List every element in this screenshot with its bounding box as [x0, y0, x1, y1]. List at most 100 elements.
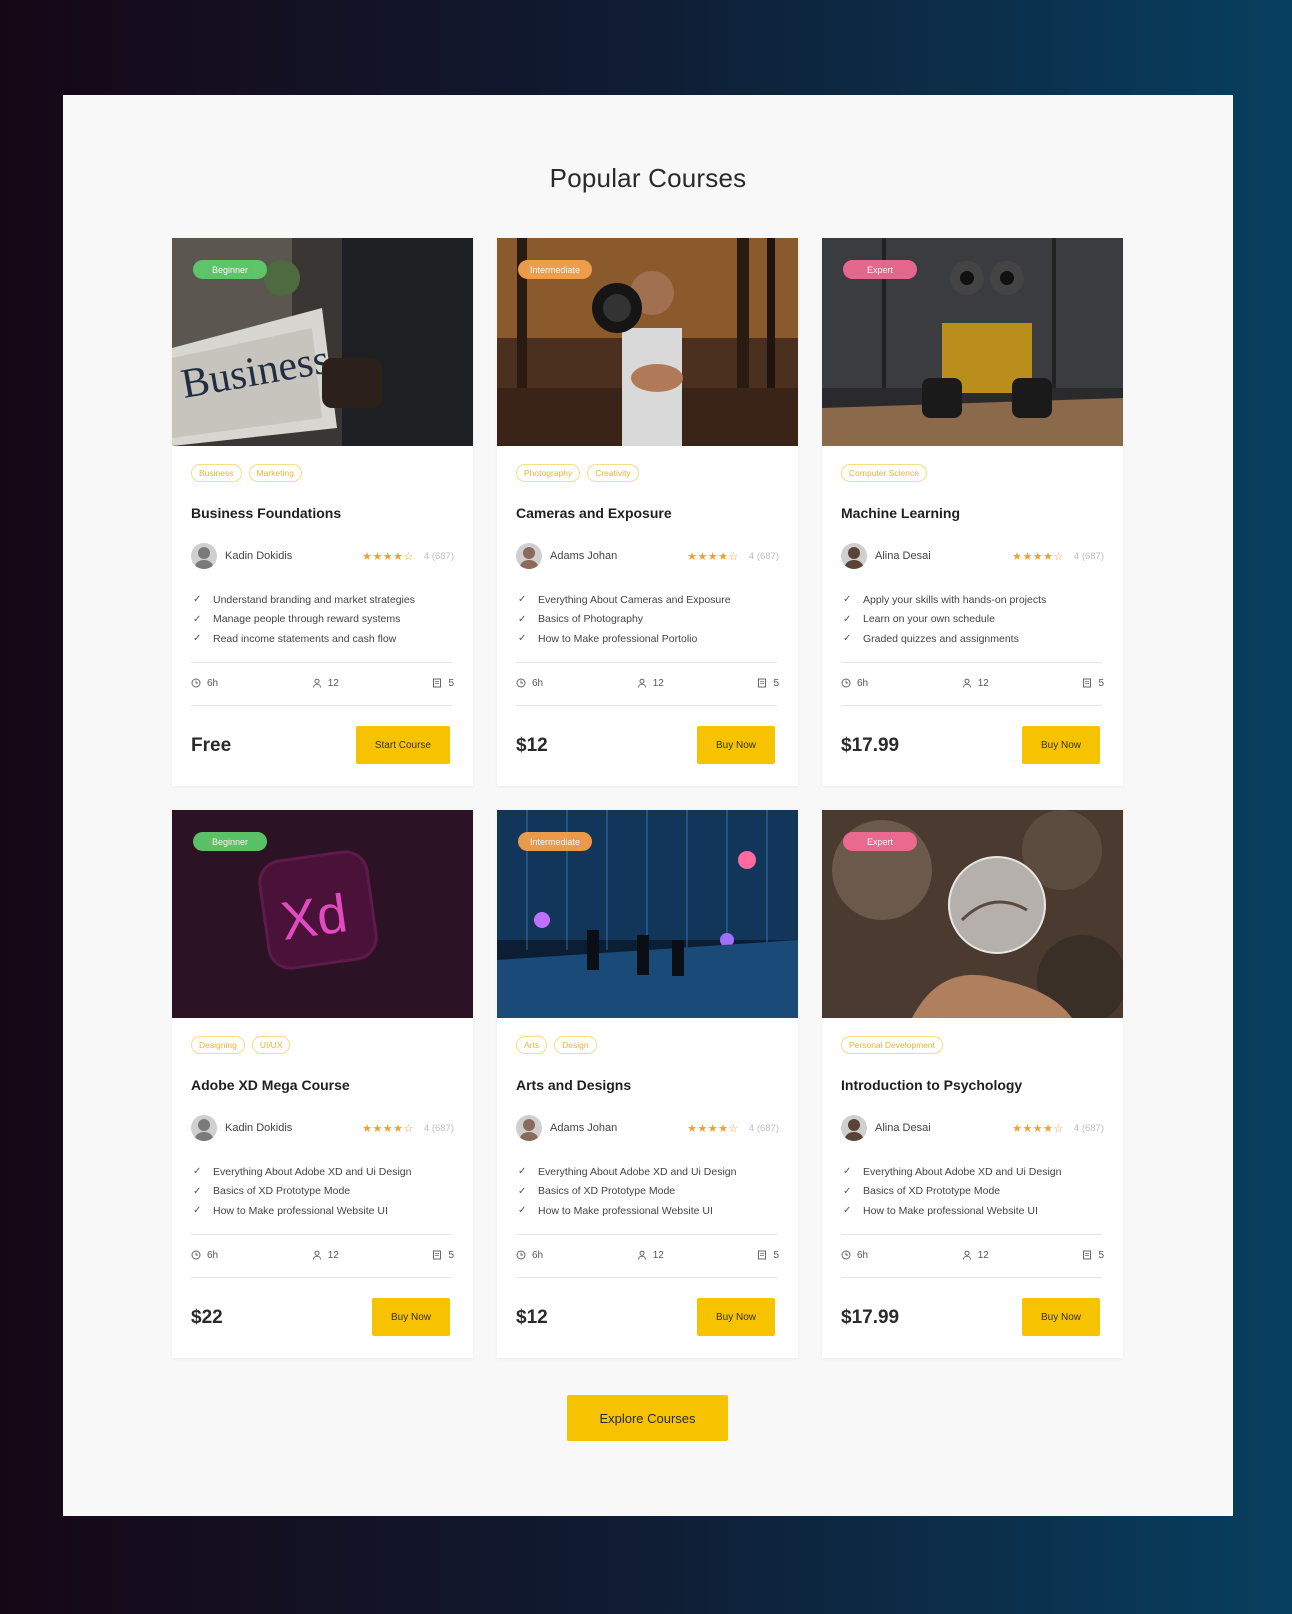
feature-item: ✓ Manage people through reward systems: [193, 610, 415, 630]
rating-count: 4 (687): [1073, 1122, 1104, 1134]
robot-toy-photo[interactable]: Expert: [822, 238, 1123, 446]
divider: [841, 1234, 1102, 1235]
category-tag[interactable]: Creativity: [587, 464, 639, 482]
category-tag[interactable]: Arts: [516, 1036, 548, 1054]
user-icon: [312, 678, 321, 688]
feature-item: ✓ Learn on your own schedule: [843, 610, 1046, 630]
course-title[interactable]: Business Foundations: [191, 505, 341, 521]
category-tag[interactable]: Photography: [516, 464, 581, 482]
course-title[interactable]: Machine Learning: [841, 505, 960, 521]
author-name[interactable]: Kadin Dokidis: [225, 1122, 362, 1134]
camera-in-forest-photo[interactable]: Intermediate: [497, 238, 798, 446]
buy-now-button[interactable]: Buy Now: [696, 726, 775, 764]
crystal-ball-hand-photo[interactable]: Expert: [822, 810, 1123, 1018]
category-tag[interactable]: Computer Science: [841, 464, 927, 482]
author-name[interactable]: Kadin Dokidis: [225, 550, 362, 562]
author-name[interactable]: Alina Desai: [875, 1122, 1012, 1134]
author-name[interactable]: Adams Johan: [550, 1122, 687, 1134]
course-card-1[interactable]: Business Beginner Business Marketing Busi…: [172, 238, 473, 786]
rating-count: 4 (687): [423, 1122, 454, 1134]
check-icon: ✓: [843, 1205, 852, 1217]
star-rating-icon: ★★★★☆: [1012, 1122, 1064, 1135]
students: 12: [637, 1250, 664, 1261]
feature-list: ✓ Apply your skills with hands-on project…: [843, 590, 1046, 649]
check-icon: ✓: [518, 1166, 527, 1178]
meta-row: 6h 12 5: [191, 1247, 454, 1263]
star-rating-icon: ★★★★☆: [362, 1122, 414, 1135]
check-icon: ✓: [518, 1185, 527, 1197]
star-rating-icon: ★★★★☆: [687, 1122, 739, 1135]
feature-item: ✓ How to Make professional Website UI: [843, 1201, 1061, 1221]
duration: 6h: [191, 678, 218, 689]
course-price: $12: [516, 735, 548, 756]
feature-item: ✓ Basics of XD Prototype Mode: [518, 1182, 736, 1202]
author-name[interactable]: Alina Desai: [875, 550, 1012, 562]
feature-text: Apply your skills with hands-on projects: [863, 593, 1047, 606]
category-tag[interactable]: Design: [554, 1036, 597, 1054]
lessons-icon: [433, 678, 442, 688]
check-icon: ✓: [193, 1185, 202, 1197]
feature-item: ✓ Understand branding and market strategi…: [193, 590, 415, 610]
explore-courses-button[interactable]: Explore Courses: [567, 1395, 728, 1441]
author-row: Kadin Dokidis ★★★★☆ 4 (687): [191, 543, 454, 569]
course-card-5[interactable]: Intermediate Arts Design Arts and Designs…: [497, 810, 798, 1358]
feature-text: Basics of XD Prototype Mode: [863, 1185, 1001, 1198]
feature-list: ✓ Everything About Adobe XD and Ui Design…: [518, 1162, 736, 1221]
adobe-xd-logo-render[interactable]: Xd Beginner: [172, 810, 473, 1018]
feature-list: ✓ Everything About Cameras and Exposure ✓ B…: [518, 590, 731, 649]
course-card-6[interactable]: Expert Personal Development Introduction…: [822, 810, 1123, 1358]
buy-now-button[interactable]: Buy Now: [1021, 1298, 1100, 1336]
buy-now-button[interactable]: Buy Now: [696, 1298, 775, 1336]
feature-text: Read income statements and cash flow: [213, 632, 397, 645]
feature-text: Basics of XD Prototype Mode: [538, 1185, 676, 1198]
feature-text: Everything About Adobe XD and Ui Design: [538, 1165, 737, 1178]
course-title[interactable]: Arts and Designs: [516, 1077, 631, 1093]
students: 12: [312, 1250, 339, 1261]
courses-panel: Popular Courses Business Beginner Busine…: [63, 95, 1233, 1516]
lessons: 5: [757, 1250, 779, 1261]
rating-count: 4 (687): [748, 1122, 779, 1134]
lessons: 5: [757, 678, 779, 689]
course-title[interactable]: Introduction to Psychology: [841, 1077, 1022, 1093]
check-icon: ✓: [518, 1205, 527, 1217]
lessons: 5: [1082, 678, 1104, 689]
course-card-4[interactable]: Xd Beginner Designing UI/UX Adobe XD Mega…: [172, 810, 473, 1358]
duration: 6h: [516, 678, 543, 689]
divider: [516, 1277, 777, 1278]
check-icon: ✓: [193, 1166, 202, 1178]
category-tag[interactable]: Marketing: [248, 464, 302, 482]
course-grid: Business Beginner Business Marketing Busi…: [172, 238, 1124, 1358]
check-icon: ✓: [843, 1185, 852, 1197]
start-course-button[interactable]: Start Course: [355, 726, 450, 764]
students: 12: [312, 678, 339, 689]
feature-text: Learn on your own schedule: [863, 613, 995, 626]
feature-text: Basics of XD Prototype Mode: [213, 1185, 351, 1198]
buy-now-button[interactable]: Buy Now: [371, 1298, 450, 1336]
rating-count: 4 (687): [423, 550, 454, 562]
author-name[interactable]: Adams Johan: [550, 550, 687, 562]
digital-art-installation-photo[interactable]: Intermediate: [497, 810, 798, 1018]
check-icon: ✓: [843, 633, 852, 645]
buy-now-button[interactable]: Buy Now: [1021, 726, 1100, 764]
course-card-2[interactable]: Intermediate Photography Creativity Camer…: [497, 238, 798, 786]
category-tag[interactable]: Designing: [191, 1036, 245, 1054]
course-title[interactable]: Cameras and Exposure: [516, 505, 672, 521]
feature-item: ✓ How to Make professional Website UI: [193, 1201, 411, 1221]
category-tag[interactable]: Business: [191, 464, 242, 482]
author-row: Alina Desai ★★★★☆ 4 (687): [841, 543, 1104, 569]
category-tag[interactable]: Personal Development: [841, 1036, 943, 1054]
rating-count: 4 (687): [1073, 550, 1104, 562]
meta-row: 6h 12 5: [516, 675, 779, 691]
course-title[interactable]: Adobe XD Mega Course: [191, 1077, 350, 1093]
divider: [516, 705, 777, 706]
duration: 6h: [516, 1250, 543, 1261]
course-card-3[interactable]: Expert Computer Science Machine Learning…: [822, 238, 1123, 786]
duration: 6h: [191, 1250, 218, 1261]
feature-item: ✓ How to Make professional Website UI: [518, 1201, 736, 1221]
divider: [841, 705, 1102, 706]
business-newspaper-photo[interactable]: Business Beginner: [172, 238, 473, 446]
meta-row: 6h 12 5: [841, 675, 1104, 691]
category-tag[interactable]: UI/UX: [251, 1036, 291, 1054]
author-avatar: [841, 1115, 867, 1141]
author-row: Kadin Dokidis ★★★★☆ 4 (687): [191, 1115, 454, 1141]
